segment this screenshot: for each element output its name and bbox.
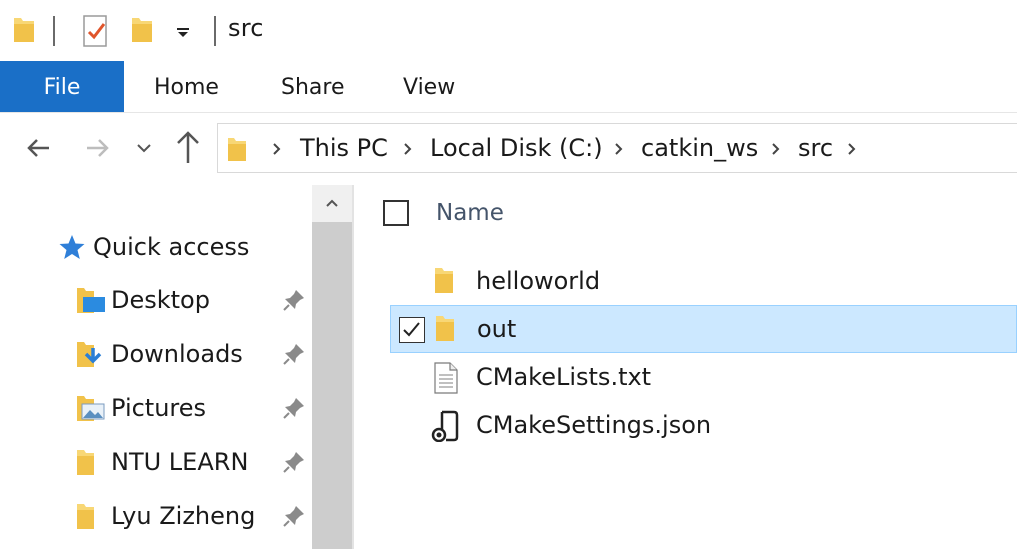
ribbon-tabs: File Home Share View: [0, 61, 1017, 113]
nav-item-quick-access[interactable]: Quick access: [58, 231, 298, 277]
chevron-right-icon[interactable]: [845, 136, 859, 166]
downloads-folder-icon: [76, 340, 106, 376]
tab-home[interactable]: Home: [154, 61, 219, 112]
navigation-pane: Quick access Desktop Downloads Pictures: [0, 185, 352, 549]
folder-icon: [76, 502, 100, 538]
file-row-helloworld[interactable]: helloworld: [390, 258, 1017, 306]
tab-share[interactable]: Share: [281, 61, 345, 112]
pane-divider[interactable]: [352, 185, 354, 549]
pin-icon[interactable]: [282, 450, 306, 480]
nav-item-pictures[interactable]: Pictures: [76, 392, 312, 438]
file-row-out[interactable]: out: [390, 305, 1017, 353]
file-name: helloworld: [476, 267, 601, 295]
breadcrumb-src[interactable]: src: [798, 134, 833, 162]
desktop-folder-icon: [76, 286, 106, 322]
json-file-icon: [430, 410, 460, 446]
nav-item-label: NTU LEARN: [111, 448, 249, 476]
new-folder-icon[interactable]: [130, 14, 154, 48]
folder-icon: [76, 448, 100, 484]
breadcrumb-local-disk[interactable]: Local Disk (C:): [430, 134, 603, 162]
up-arrow-icon[interactable]: [171, 129, 205, 163]
folder-icon: [12, 14, 36, 48]
breadcrumb-this-pc[interactable]: This PC: [300, 134, 388, 162]
nav-item-label: Downloads: [111, 340, 243, 368]
nav-item-desktop[interactable]: Desktop: [76, 284, 312, 330]
nav-item-label: Desktop: [111, 286, 210, 314]
nav-item-downloads[interactable]: Downloads: [76, 338, 312, 384]
row-checkbox[interactable]: [399, 317, 425, 343]
pin-icon[interactable]: [282, 288, 306, 318]
chevron-right-icon[interactable]: [401, 136, 415, 166]
navigation-row: This PC Local Disk (C:) catkin_ws src: [0, 113, 1017, 185]
title-separator: [214, 16, 216, 46]
file-row-cmakelists-txt[interactable]: CMakeLists.txt: [390, 354, 1017, 402]
chevron-right-icon[interactable]: [769, 136, 783, 166]
folder-icon: [433, 266, 457, 300]
customize-dropdown-icon[interactable]: [176, 24, 190, 43]
nav-item-label: Pictures: [111, 394, 207, 422]
forward-arrow-icon[interactable]: [80, 131, 114, 165]
folder-icon: [226, 135, 248, 167]
scroll-up-icon[interactable]: [312, 185, 352, 222]
window-title: src: [228, 14, 264, 42]
file-name: out: [477, 315, 517, 343]
chevron-right-icon[interactable]: [612, 136, 626, 166]
star-icon: [58, 233, 86, 267]
chevron-right-icon[interactable]: [270, 136, 284, 166]
pin-icon[interactable]: [282, 396, 306, 426]
back-arrow-icon[interactable]: [22, 131, 56, 165]
select-all-checkbox[interactable]: [383, 200, 409, 226]
text-file-icon: [433, 362, 459, 398]
breadcrumb-catkin-ws[interactable]: catkin_ws: [641, 134, 758, 162]
properties-icon[interactable]: [82, 14, 110, 52]
toolbar-separator: [53, 16, 55, 46]
recent-locations-chevron-icon[interactable]: [134, 131, 168, 165]
title-bar: src: [0, 0, 1017, 60]
nav-item-label: Lyu Zizheng: [111, 502, 256, 530]
nav-pane-scrollbar[interactable]: [312, 185, 352, 549]
pictures-folder-icon: [76, 394, 106, 430]
column-header-name[interactable]: Name: [436, 200, 504, 226]
file-name: CMakeLists.txt: [476, 363, 652, 391]
nav-item-lyu-zizheng[interactable]: Lyu Zizheng: [76, 500, 312, 546]
file-row-cmakesettings-json[interactable]: CMakeSettings.json: [390, 402, 1017, 450]
pin-icon[interactable]: [282, 504, 306, 534]
file-name: CMakeSettings.json: [476, 411, 712, 439]
tab-view[interactable]: View: [403, 61, 455, 112]
tab-file[interactable]: File: [0, 61, 124, 112]
folder-icon: [434, 314, 458, 348]
address-bar[interactable]: This PC Local Disk (C:) catkin_ws src: [217, 123, 1017, 173]
pin-icon[interactable]: [282, 342, 306, 372]
nav-item-label: Quick access: [93, 233, 250, 261]
nav-item-ntu-learn[interactable]: NTU LEARN: [76, 446, 312, 492]
scrollbar-thumb[interactable]: [312, 222, 352, 549]
column-header-row: Name: [383, 198, 1017, 234]
